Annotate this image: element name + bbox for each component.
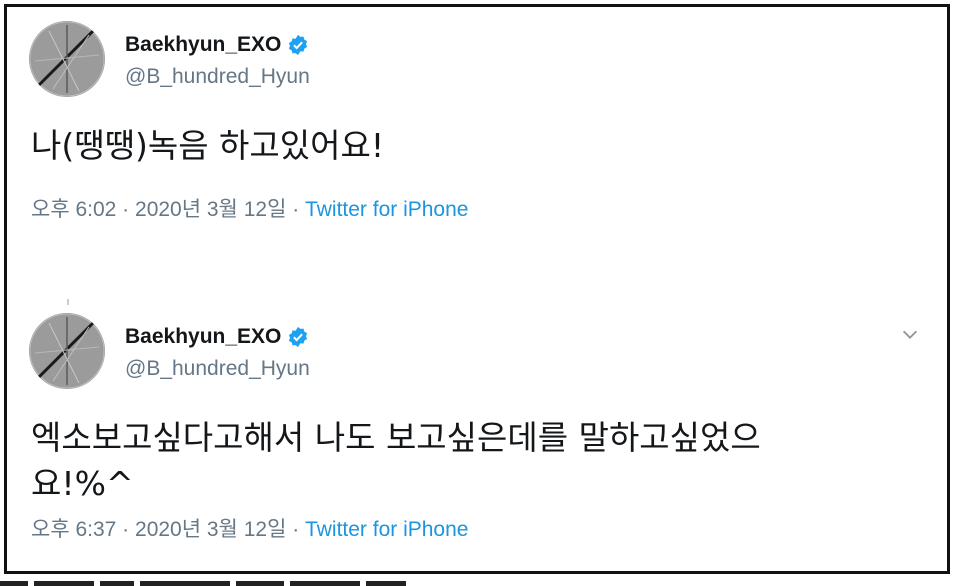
author-name[interactable]: Baekhyun_EXO bbox=[125, 33, 281, 57]
tweet-timestamp[interactable]: 오후 6:02 · 2020년 3월 12일 · bbox=[31, 198, 305, 221]
author-handle[interactable]: @B_hundred_Hyun bbox=[125, 65, 310, 89]
cropped-text-remnant bbox=[0, 574, 560, 586]
tweet-text: 엑소보고싶다고해서 나도 보고싶은데를 말하고싶었으 요!%^ bbox=[31, 418, 761, 503]
author-handle[interactable]: @B_hundred_Hyun bbox=[125, 357, 310, 381]
tweet-meta: 오후 6:02 · 2020년 3월 12일 · Twitter for iPh… bbox=[31, 193, 468, 223]
chevron-down-icon[interactable] bbox=[899, 323, 921, 345]
verified-badge-icon bbox=[289, 326, 308, 348]
tweet-text: 나(땡땡)녹음 하고있어요! bbox=[31, 126, 385, 165]
avatar-image bbox=[29, 21, 105, 97]
avatar[interactable] bbox=[29, 313, 105, 389]
tweet-screenshot-frame: Baekhyun_EXO @B_hundred_Hyun 나(땡땡)녹음 하고있… bbox=[4, 4, 950, 574]
tweet-source-link[interactable]: Twitter for iPhone bbox=[305, 198, 468, 221]
verified-badge-icon bbox=[289, 34, 308, 56]
divider-mark bbox=[67, 299, 69, 305]
avatar[interactable] bbox=[29, 21, 105, 97]
author-row: Baekhyun_EXO bbox=[125, 33, 309, 57]
author-row: Baekhyun_EXO bbox=[125, 325, 309, 349]
tweet-source-link[interactable]: Twitter for iPhone bbox=[305, 518, 468, 541]
author-name[interactable]: Baekhyun_EXO bbox=[125, 325, 281, 349]
tweet-meta: 오후 6:37 · 2020년 3월 12일 · Twitter for iPh… bbox=[31, 513, 468, 543]
tweet-timestamp[interactable]: 오후 6:37 · 2020년 3월 12일 · bbox=[31, 518, 305, 541]
avatar-image bbox=[29, 313, 105, 389]
